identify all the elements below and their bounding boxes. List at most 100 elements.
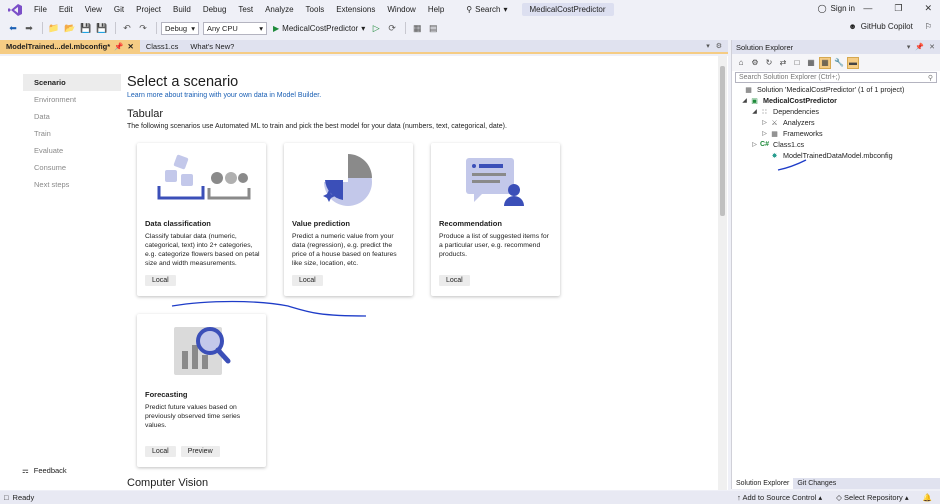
signin-button[interactable]: ◯ Sign in — [818, 4, 855, 13]
menu-project[interactable]: Project — [130, 0, 167, 19]
save-icon[interactable]: 💾 — [79, 21, 93, 35]
feedback-icon[interactable]: ⚐ — [925, 22, 932, 31]
tab-git-changes[interactable]: Git Changes — [793, 478, 840, 489]
toolbar-misc-icon[interactable]: ▦ — [410, 21, 424, 35]
menu-view[interactable]: View — [79, 0, 108, 19]
menu-analyze[interactable]: Analyze — [259, 0, 299, 19]
preview-selected-icon[interactable]: ▦ — [819, 56, 831, 69]
local-button[interactable]: Local — [145, 446, 176, 457]
settings-icon[interactable]: ⚙ — [716, 42, 722, 50]
new-project-icon[interactable]: 📁 — [47, 21, 61, 35]
configuration-select[interactable]: Debug ▾ — [161, 21, 199, 35]
step-data[interactable]: Data — [23, 108, 121, 125]
tree-item-mbconfig[interactable]: ✸ ModelTrainedDataModel.mbconfig — [734, 150, 940, 161]
panel-dropdown-icon[interactable]: ▾ — [907, 43, 911, 51]
start-without-debugging-icon[interactable]: ▷ — [369, 21, 383, 35]
scrollbar-thumb[interactable] — [720, 66, 725, 216]
run-button[interactable]: ▶ MedicalCostPredictor ▾ — [273, 24, 365, 33]
tab-whats-new[interactable]: What's New? — [184, 40, 240, 52]
card-data-classification[interactable]: Data classification Classify tabular dat… — [137, 143, 266, 296]
card-description: Produce a list of suggested items for a … — [439, 233, 549, 258]
solution-icon: ▦ — [745, 86, 752, 94]
sync-icon[interactable]: ⇄ — [777, 57, 789, 69]
learn-more-link[interactable]: Learn more about training with your own … — [127, 92, 717, 99]
notifications-icon[interactable]: 🔔 — [923, 493, 932, 502]
menu-git[interactable]: Git — [108, 0, 130, 19]
tree-item-solution[interactable]: ▦ Solution 'MedicalCostPredictor' (1 of … — [734, 84, 940, 95]
collapse-icon[interactable]: ▷ — [760, 130, 769, 137]
collapse-icon[interactable]: ▷ — [760, 119, 769, 126]
pin-icon[interactable]: 📌 — [915, 43, 924, 51]
step-evaluate[interactable]: Evaluate — [23, 142, 121, 159]
step-environment[interactable]: Environment — [23, 91, 121, 108]
search-button[interactable]: ⚲ Search ▾ — [460, 5, 513, 14]
tab-dropdown-icon[interactable]: ▾ — [706, 42, 710, 50]
local-button[interactable]: Local — [292, 275, 323, 286]
menu-build[interactable]: Build — [167, 0, 197, 19]
local-button[interactable]: Local — [439, 275, 470, 286]
close-icon[interactable]: ✕ — [128, 42, 134, 51]
tree-item-analyzers[interactable]: ▷ ⚔ Analyzers — [734, 117, 940, 128]
pending-changes-icon[interactable]: ↻ — [763, 57, 775, 69]
menu-extensions[interactable]: Extensions — [330, 0, 381, 19]
forward-icon[interactable]: ➡ — [22, 21, 36, 35]
github-copilot-button[interactable]: ☻ GitHub Copilot ⚐ — [848, 22, 932, 31]
menu-test[interactable]: Test — [232, 0, 259, 19]
filter-icon[interactable]: ▬ — [847, 56, 859, 69]
tree-item-class1[interactable]: ▷ C# Class1.cs — [734, 139, 940, 150]
step-scenario[interactable]: Scenario — [23, 74, 121, 91]
menu-help[interactable]: Help — [422, 0, 450, 19]
close-icon[interactable]: ✕ — [924, 3, 932, 14]
hot-reload-icon[interactable]: ⟳ — [385, 21, 399, 35]
menu-debug[interactable]: Debug — [197, 0, 233, 19]
data-classification-illustration — [147, 149, 255, 211]
menu-tools[interactable]: Tools — [300, 0, 331, 19]
pin-icon[interactable]: 📌 — [114, 42, 123, 51]
search-icon: ⚲ — [927, 74, 933, 82]
tree-item-label: MedicalCostPredictor — [763, 96, 837, 105]
card-recommendation[interactable]: Recommendation Produce a list of suggest… — [431, 143, 560, 296]
solution-explorer-search-input[interactable]: Search Solution Explorer (Ctrl+;) ⚲ — [735, 72, 937, 83]
platform-select[interactable]: Any CPU ▾ — [203, 21, 267, 35]
minimize-icon[interactable]: — — [863, 3, 872, 14]
restore-icon[interactable]: ❐ — [894, 3, 902, 14]
document-scrollbar[interactable] — [718, 56, 727, 490]
collapse-all-icon[interactable]: □ — [791, 57, 803, 69]
card-title: Recommendation — [439, 219, 502, 228]
preview-button[interactable]: Preview — [180, 446, 220, 457]
undo-icon[interactable]: ↶ — [120, 21, 134, 35]
visual-studio-logo-icon[interactable] — [8, 3, 22, 16]
tree-item-project[interactable]: ◢ ▣ MedicalCostPredictor — [734, 95, 940, 106]
menu-file[interactable]: File — [28, 0, 53, 19]
tab-class1-cs[interactable]: Class1.cs — [140, 40, 185, 52]
switch-views-icon[interactable]: ⚙ — [749, 57, 761, 69]
expand-icon[interactable]: ◢ — [740, 97, 749, 104]
step-consume[interactable]: Consume — [23, 159, 121, 176]
close-icon[interactable]: ✕ — [929, 43, 935, 51]
add-to-source-control-button[interactable]: ↑ Add to Source Control ▴ — [737, 493, 822, 502]
toolbar-misc-icon[interactable]: ▤ — [426, 21, 440, 35]
tree-item-frameworks[interactable]: ▷ ▦ Frameworks — [734, 128, 940, 139]
tab-modeltrained-mbconfig[interactable]: ModelTrained...del.mbconfig* 📌 ✕ — [0, 40, 140, 52]
menu-window[interactable]: Window — [381, 0, 421, 19]
open-folder-icon[interactable]: 📂 — [63, 21, 77, 35]
tab-solution-explorer[interactable]: Solution Explorer — [732, 478, 794, 489]
home-icon[interactable]: ⌂ — [735, 57, 747, 69]
pie-chart-art-icon — [323, 154, 372, 206]
feedback-button[interactable]: ⚎ Feedback — [22, 466, 67, 475]
local-button[interactable]: Local — [145, 275, 176, 286]
step-next-steps[interactable]: Next steps — [23, 176, 121, 193]
card-forecasting[interactable]: Forecasting Predict future values based … — [137, 314, 266, 467]
redo-icon[interactable]: ↷ — [136, 21, 150, 35]
properties-icon[interactable]: 🔧 — [833, 57, 845, 69]
card-value-prediction[interactable]: Value prediction Predict a numeric value… — [284, 143, 413, 296]
select-repository-button[interactable]: ◇ Select Repository ▴ — [836, 493, 909, 502]
tree-item-dependencies[interactable]: ◢ ∷ Dependencies — [734, 106, 940, 117]
show-all-files-icon[interactable]: ▦ — [805, 57, 817, 69]
menu-edit[interactable]: Edit — [53, 0, 79, 19]
expand-icon[interactable]: ◢ — [750, 108, 759, 115]
back-icon[interactable]: ⬅ — [6, 21, 20, 35]
collapse-icon[interactable]: ▷ — [750, 141, 759, 148]
step-train[interactable]: Train — [23, 125, 121, 142]
save-all-icon[interactable]: 💾 — [95, 21, 109, 35]
